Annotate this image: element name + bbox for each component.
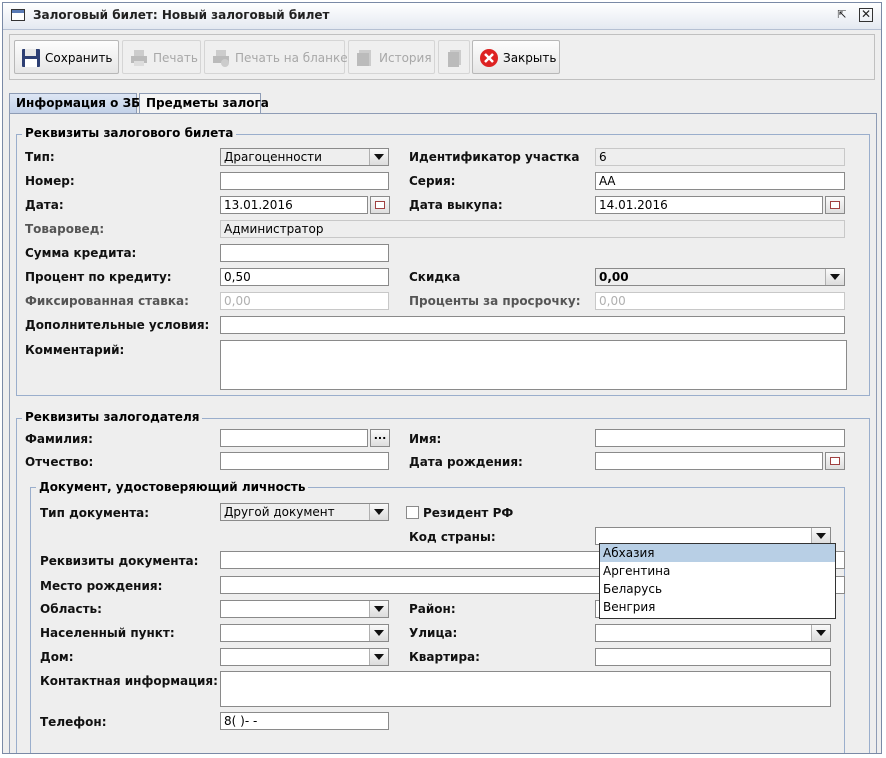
credit-percent-input[interactable]: 0,50 [220, 268, 389, 286]
buyback-date-input[interactable]: 14.01.2016 [595, 196, 823, 214]
chevron-down-icon [369, 601, 388, 617]
country-code-dropdown: Абхазия Аргентина Беларусь Венгрия [599, 543, 836, 619]
surname-input[interactable] [220, 429, 368, 447]
history-icon [357, 50, 371, 66]
ticket-type-select[interactable]: Драгоценности [220, 148, 389, 166]
close-window-icon[interactable]: ✕ [859, 8, 873, 22]
country-option[interactable]: Венгрия [600, 598, 835, 616]
chevron-down-icon [811, 528, 830, 544]
locality-select[interactable] [220, 624, 389, 642]
window-icon [11, 9, 25, 21]
tab-ticket-info[interactable]: Информация о ЗБ [9, 93, 140, 113]
apartment-input[interactable] [595, 648, 831, 666]
chevron-down-icon [825, 269, 844, 285]
close-icon [480, 49, 498, 67]
floppy-icon [22, 49, 40, 67]
document-type-select[interactable]: Другой документ [220, 503, 389, 521]
contact-info-textarea[interactable] [220, 671, 831, 707]
save-button[interactable]: Сохранить [14, 40, 119, 74]
pledger-requisites-legend: Реквизиты залогодателя [22, 410, 203, 424]
patronymic-input[interactable] [220, 452, 389, 470]
ticket-window: Залоговый билет: Новый залоговый билет ⇱… [2, 2, 882, 754]
print-button[interactable]: Печать [122, 40, 201, 74]
name-input[interactable] [595, 429, 845, 447]
printer-icon [131, 50, 147, 66]
restore-icon[interactable]: ⇱ [835, 8, 849, 22]
toolbar: Сохранить Печать Печать на бланке Истори… [9, 34, 875, 80]
series-input[interactable]: АА [595, 172, 845, 190]
birth-date-input[interactable] [595, 452, 823, 470]
merchandiser-field: Администратор [220, 220, 845, 238]
number-input[interactable] [220, 172, 389, 190]
documents-button[interactable] [438, 40, 470, 74]
tab-pledge-items[interactable]: Предметы залога [139, 93, 269, 113]
title-bar: Залоговый билет: Новый залоговый билет ⇱… [3, 3, 881, 30]
region-select[interactable] [220, 600, 389, 618]
ticket-requisites-legend: Реквизиты залогового билета [22, 126, 237, 140]
fixed-rate-input: 0,00 [220, 292, 389, 310]
calendar-icon[interactable] [825, 196, 845, 214]
print-form-button[interactable]: Печать на бланке [204, 40, 348, 74]
country-option[interactable]: Абхазия [600, 544, 835, 562]
phone-input[interactable]: 8( )- - [220, 712, 389, 730]
overdue-percent-input: 0,00 [595, 292, 845, 310]
chevron-down-icon [369, 149, 388, 165]
calendar-icon[interactable] [825, 452, 845, 470]
comment-textarea[interactable] [220, 340, 847, 390]
chevron-down-icon [369, 649, 388, 665]
print-form-icon [213, 50, 229, 67]
date-input[interactable]: 13.01.2016 [220, 196, 368, 214]
lookup-button[interactable]: ... [370, 429, 390, 447]
close-button[interactable]: Закрыть [472, 40, 560, 74]
calendar-icon[interactable] [370, 196, 390, 214]
history-button[interactable]: История [348, 40, 435, 74]
house-select[interactable] [220, 648, 389, 666]
chevron-down-icon [369, 504, 388, 520]
identity-document-legend: Документ, удостоверяющий личность [36, 480, 309, 494]
extra-conditions-input[interactable] [220, 316, 845, 334]
window-title: Залоговый билет: Новый залоговый билет [33, 8, 330, 22]
ticket-info-panel: Реквизиты залогового билета Тип: Драгоце… [9, 114, 877, 753]
documents-icon [448, 50, 461, 67]
credit-amount-input[interactable] [220, 244, 389, 262]
site-id-field: 6 [595, 148, 845, 166]
chevron-down-icon [369, 625, 388, 641]
country-option[interactable]: Аргентина [600, 562, 835, 580]
discount-select[interactable]: 0,00 [595, 268, 845, 286]
country-option[interactable]: Беларусь [600, 580, 835, 598]
chevron-down-icon [811, 625, 830, 641]
street-select[interactable] [595, 624, 831, 642]
resident-checkbox[interactable] [406, 506, 419, 519]
